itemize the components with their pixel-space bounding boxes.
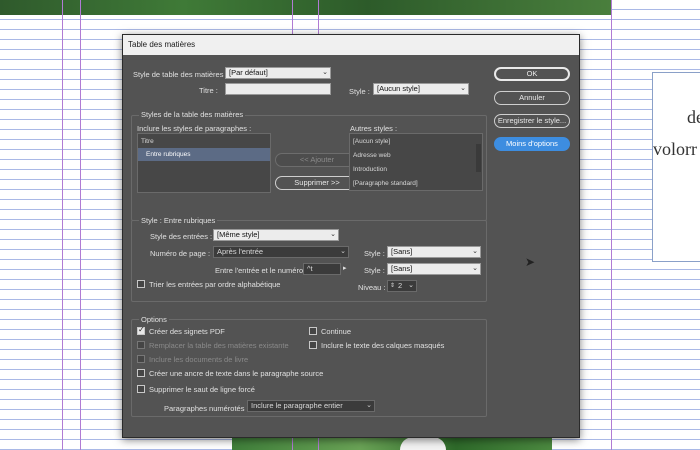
title-input[interactable] xyxy=(225,83,331,95)
level-label: Niveau : xyxy=(358,283,386,292)
page-number-label: Numéro de page : xyxy=(150,249,211,258)
create-bookmarks-checkbox[interactable] xyxy=(137,325,145,335)
toc-dialog: Table des matières Style de table des ma… xyxy=(122,34,580,438)
sort-alphabetical-label: Trier les entrées par ordre alphabétique xyxy=(149,280,281,289)
column-guide xyxy=(62,0,63,450)
list-item[interactable]: [Aucun style] xyxy=(350,135,482,148)
chevron-down-icon: ⌄ xyxy=(408,282,414,289)
chevron-down-icon: ⌄ xyxy=(322,69,328,76)
column-guide xyxy=(80,0,81,450)
list-item[interactable]: Titre xyxy=(138,135,270,148)
page-style-label: Style : xyxy=(364,249,385,258)
toc-styles-legend: Styles de la table des matières xyxy=(139,110,246,119)
insert-special-icon[interactable]: ▸ xyxy=(343,264,347,272)
chevron-down-icon: ⌄ xyxy=(472,248,478,255)
title-style-label: Style : xyxy=(349,87,370,96)
level-stepper[interactable]: ⇕ 2 ⌄ xyxy=(387,280,417,292)
remove-button[interactable]: Supprimer >> xyxy=(275,176,359,190)
page-number-dropdown[interactable]: Après l'entrée ⌄ xyxy=(213,246,349,258)
entry-style-label: Style des entrées : xyxy=(150,232,213,241)
title-label: Titre : xyxy=(199,86,218,95)
chevron-down-icon: ⌄ xyxy=(460,85,466,92)
mouse-cursor-icon: ➤ xyxy=(525,255,536,269)
list-item[interactable]: [Paragraphe standard] xyxy=(350,177,482,190)
page-style-dropdown[interactable]: [Sans] ⌄ xyxy=(387,246,481,258)
list-scrollbar[interactable] xyxy=(476,144,481,172)
numbered-paragraphs-dropdown[interactable]: Inclure le paragraphe entier ⌄ xyxy=(247,400,375,412)
remove-break-label: Supprimer le saut de ligne forcé xyxy=(149,385,255,394)
include-book-checkbox[interactable] xyxy=(137,355,145,363)
chevron-down-icon: ⌄ xyxy=(472,265,478,272)
hidden-layers-label: Inclure le texte des calques masqués xyxy=(321,341,445,350)
create-anchor-label: Créer une ancre de texte dans le paragra… xyxy=(149,369,324,378)
entry-style-dropdown[interactable]: [Même style] ⌄ xyxy=(213,229,339,241)
between-input[interactable]: ^t xyxy=(303,263,341,275)
column-guide xyxy=(611,0,612,450)
between-style-dropdown[interactable]: [Sans] ⌄ xyxy=(387,263,481,275)
save-style-button[interactable]: Enregistrer le style... xyxy=(494,114,570,128)
create-anchor-checkbox[interactable] xyxy=(137,369,145,377)
document-photo-top xyxy=(0,0,612,15)
chevron-down-icon: ⌄ xyxy=(340,248,346,255)
ok-button[interactable]: OK xyxy=(494,67,570,81)
numbered-paragraphs-label: Paragraphes numérotés : xyxy=(164,404,249,413)
dialog-title[interactable]: Table des matières xyxy=(123,35,579,55)
list-item[interactable]: Introduction xyxy=(350,163,482,176)
sort-alphabetical-checkbox[interactable] xyxy=(137,280,145,288)
stepper-arrows-icon[interactable]: ⇕ xyxy=(390,281,395,291)
other-styles-label: Autres styles : xyxy=(350,124,398,133)
chevron-down-icon: ⌄ xyxy=(330,231,336,238)
replace-toc-checkbox[interactable] xyxy=(137,341,145,349)
remove-break-checkbox[interactable] xyxy=(137,385,145,393)
replace-toc-label: Remplacer la table des matières existant… xyxy=(149,341,289,350)
run-in-label: Continue xyxy=(321,327,352,336)
create-bookmarks-label: Créer des signets PDF xyxy=(149,327,225,336)
hidden-layers-checkbox[interactable] xyxy=(309,341,317,349)
document-photo-bottom xyxy=(232,436,552,450)
cancel-button[interactable]: Annuler xyxy=(494,91,570,105)
entry-style-legend: Style : Entre rubriques xyxy=(139,216,218,225)
include-book-label: Inclure les documents de livre xyxy=(149,355,249,364)
title-style-dropdown[interactable]: [Aucun style] ⌄ xyxy=(373,83,469,95)
toc-style-label: Style de table des matières : xyxy=(133,70,228,79)
golf-ball-image xyxy=(400,437,446,450)
included-styles-list[interactable]: Titre Entre rubriques xyxy=(137,133,271,193)
document-text: de xyxy=(687,107,700,127)
list-item[interactable]: Adresse web xyxy=(350,149,482,162)
include-styles-label: Inclure les styles de paragraphes : xyxy=(137,124,252,133)
chevron-down-icon: ⌄ xyxy=(366,402,372,409)
toc-style-dropdown[interactable]: [Par défaut] ⌄ xyxy=(225,67,331,79)
between-style-label: Style : xyxy=(364,266,385,275)
run-in-checkbox[interactable] xyxy=(309,327,317,335)
fewer-options-button[interactable]: Moins d'options xyxy=(494,137,570,151)
between-label: Entre l'entrée et le numéro : xyxy=(215,266,308,275)
add-button[interactable]: << Ajouter xyxy=(275,153,359,167)
options-legend: Options xyxy=(139,315,169,324)
other-styles-list[interactable]: [Aucun style] Adresse web Introduction [… xyxy=(349,133,483,191)
list-item[interactable]: Entre rubriques xyxy=(138,148,270,161)
document-text: volorr xyxy=(653,139,697,159)
document-text-frame: de volorr xyxy=(652,72,700,262)
